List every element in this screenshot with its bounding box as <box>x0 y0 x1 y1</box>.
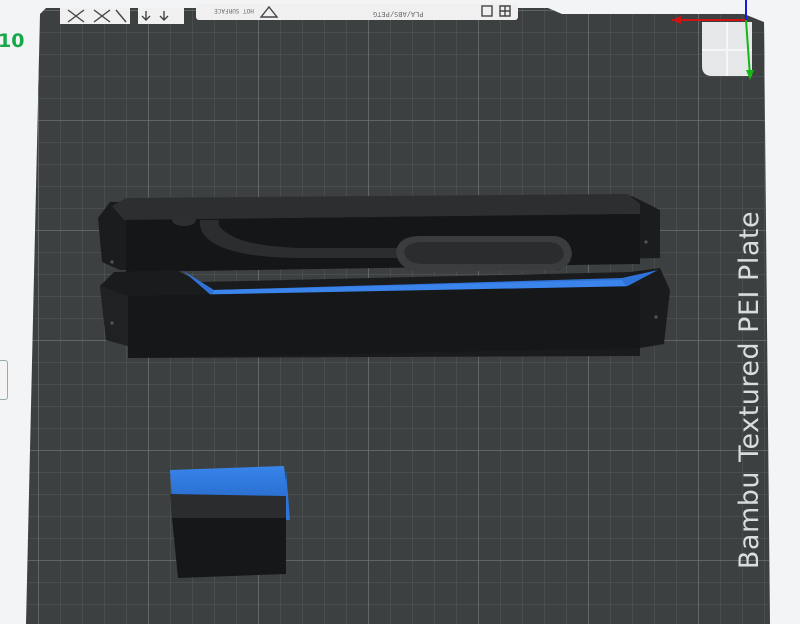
view-cube[interactable] <box>702 22 752 76</box>
3d-viewport[interactable]: Bambu Textured PEI Plate HOT SURFACE PLA… <box>0 0 800 624</box>
hot-surface-label: HOT SURFACE <box>214 7 254 14</box>
tube-holder-top-half[interactable] <box>98 194 660 272</box>
plate-label-strip: HOT SURFACE PLA/ABS/PETG <box>198 6 516 20</box>
edge-number-label: 10 <box>0 30 25 52</box>
left-panel-handle[interactable] <box>0 360 8 400</box>
materials-label: PLA/ABS/PETG <box>373 10 424 18</box>
tube-holder-bottom-half[interactable] <box>100 268 670 358</box>
plate-name-label: Bambu Textured PEI Plate <box>734 210 765 570</box>
small-cube[interactable] <box>170 466 290 578</box>
